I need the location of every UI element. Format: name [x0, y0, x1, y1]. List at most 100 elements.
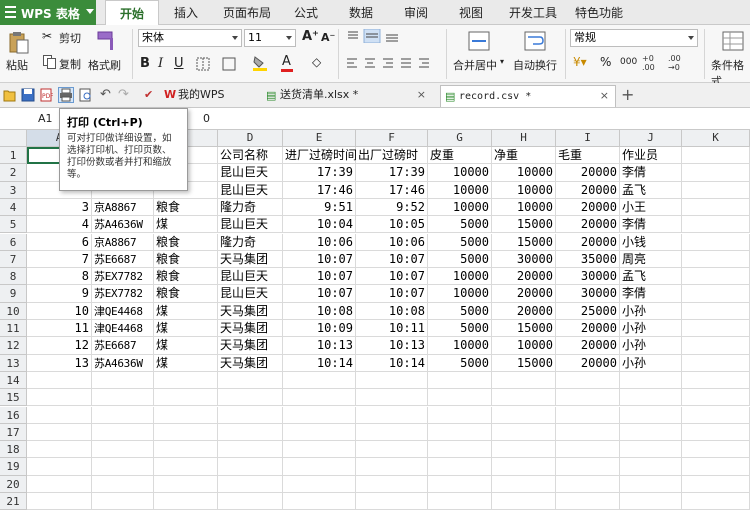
- table-cell[interactable]: [356, 389, 428, 407]
- table-cell[interactable]: 10:11: [356, 320, 428, 338]
- table-cell[interactable]: 5000: [428, 233, 492, 251]
- column-header-h[interactable]: H: [492, 130, 556, 147]
- row-header[interactable]: 12: [0, 337, 27, 355]
- select-all-corner[interactable]: [0, 130, 27, 147]
- table-cell[interactable]: 12: [27, 337, 92, 355]
- row-header[interactable]: 3: [0, 181, 27, 199]
- table-cell[interactable]: [620, 406, 682, 424]
- table-cell[interactable]: 10:07: [356, 268, 428, 286]
- column-header-f[interactable]: F: [356, 130, 428, 147]
- table-cell[interactable]: [682, 268, 750, 286]
- table-cell[interactable]: 20000: [556, 198, 620, 217]
- table-cell[interactable]: 昆山巨天: [218, 216, 283, 234]
- table-cell[interactable]: 京A8867: [92, 233, 154, 251]
- table-cell[interactable]: [154, 406, 218, 424]
- clear-format-icon[interactable]: ◇: [312, 55, 321, 69]
- column-header-g[interactable]: G: [428, 130, 492, 147]
- formula-input[interactable]: 0: [203, 112, 210, 125]
- table-cell[interactable]: 20000: [556, 354, 620, 372]
- table-cell[interactable]: 10:07: [283, 268, 356, 286]
- undo-icon[interactable]: ↶: [100, 87, 111, 102]
- table-cell[interactable]: [556, 371, 620, 390]
- table-cell[interactable]: 苏EX7782: [92, 268, 154, 286]
- table-cell[interactable]: [556, 389, 620, 407]
- header-cell[interactable]: 作业员: [620, 147, 682, 165]
- table-cell[interactable]: [682, 320, 750, 338]
- table-cell[interactable]: 粮食: [154, 285, 218, 303]
- table-cell[interactable]: 津QE4468: [92, 302, 154, 320]
- table-cell[interactable]: [356, 475, 428, 493]
- table-cell[interactable]: [218, 423, 283, 442]
- close-tab-icon[interactable]: ×: [417, 85, 426, 105]
- table-cell[interactable]: 小王: [620, 198, 682, 217]
- export-pdf-icon[interactable]: PDF: [39, 88, 53, 102]
- row-header[interactable]: 16: [0, 406, 27, 424]
- format-painter-button[interactable]: 格式刷: [88, 29, 126, 77]
- table-cell[interactable]: [620, 475, 682, 493]
- header-cell[interactable]: 进厂过磅时间: [283, 147, 357, 165]
- table-cell[interactable]: [92, 475, 154, 493]
- table-cell[interactable]: [283, 371, 356, 390]
- table-cell[interactable]: [218, 493, 283, 510]
- font-name-select[interactable]: 宋体: [138, 29, 242, 47]
- tab-review[interactable]: 审阅: [404, 0, 428, 25]
- table-cell[interactable]: [682, 458, 750, 476]
- table-cell[interactable]: [492, 493, 556, 510]
- table-cell[interactable]: [620, 493, 682, 510]
- table-cell[interactable]: 苏A4636W: [92, 354, 154, 372]
- header-cell[interactable]: 皮重: [428, 147, 492, 165]
- table-cell[interactable]: [283, 406, 356, 424]
- table-cell[interactable]: 10:08: [283, 302, 356, 320]
- table-cell[interactable]: [428, 389, 492, 407]
- table-cell[interactable]: [492, 371, 556, 390]
- row-header[interactable]: 21: [0, 493, 27, 510]
- table-cell[interactable]: 苏E6687: [92, 337, 154, 355]
- table-cell[interactable]: 20000: [556, 233, 620, 251]
- table-cell[interactable]: [492, 458, 556, 476]
- table-cell[interactable]: 11: [27, 320, 92, 338]
- table-cell[interactable]: 苏EX7782: [92, 285, 154, 303]
- vertical-align-icons[interactable]: [346, 29, 406, 43]
- table-cell[interactable]: 粮食: [154, 268, 218, 286]
- table-cell[interactable]: 30000: [492, 250, 556, 269]
- table-cell[interactable]: [283, 493, 356, 510]
- table-cell[interactable]: 煤: [154, 354, 218, 372]
- table-cell[interactable]: 粮食: [154, 198, 218, 217]
- table-cell[interactable]: [27, 475, 92, 493]
- table-cell[interactable]: [682, 181, 750, 199]
- row-header[interactable]: 1: [0, 147, 27, 165]
- table-cell[interactable]: 10000: [492, 337, 556, 355]
- table-cell[interactable]: [682, 423, 750, 442]
- table-cell[interactable]: [154, 371, 218, 390]
- column-header-d[interactable]: D: [218, 130, 283, 147]
- table-cell[interactable]: 20000: [556, 320, 620, 338]
- table-cell[interactable]: 10:08: [356, 302, 428, 320]
- table-cell[interactable]: 4: [27, 216, 92, 234]
- table-cell[interactable]: 10:07: [283, 250, 356, 269]
- header-cell[interactable]: 毛重: [556, 147, 620, 165]
- wrap-text-button[interactable]: 自动换行: [510, 29, 562, 77]
- table-cell[interactable]: 10:14: [283, 354, 356, 372]
- table-cell[interactable]: [620, 458, 682, 476]
- table-cell[interactable]: [620, 441, 682, 459]
- row-header[interactable]: 15: [0, 389, 27, 407]
- table-cell[interactable]: 煤: [154, 302, 218, 320]
- currency-icon[interactable]: ¥▾: [573, 55, 587, 69]
- table-cell[interactable]: 10:04: [283, 216, 356, 234]
- table-cell[interactable]: [218, 441, 283, 459]
- table-cell[interactable]: [92, 406, 154, 424]
- row-header[interactable]: 7: [0, 250, 27, 269]
- table-cell[interactable]: 15000: [492, 320, 556, 338]
- table-cell[interactable]: [27, 371, 92, 390]
- row-header[interactable]: 18: [0, 441, 27, 459]
- italic-button[interactable]: I: [158, 56, 163, 71]
- table-cell[interactable]: [356, 493, 428, 510]
- border-icon[interactable]: [196, 57, 210, 71]
- tab-formulas[interactable]: 公式: [294, 0, 318, 25]
- table-cell[interactable]: 20000: [492, 285, 556, 303]
- table-cell[interactable]: 天马集团: [218, 302, 283, 320]
- merge-border-icon[interactable]: [222, 57, 236, 71]
- row-header[interactable]: 10: [0, 302, 27, 320]
- table-cell[interactable]: [492, 389, 556, 407]
- table-cell[interactable]: 10000: [428, 181, 492, 199]
